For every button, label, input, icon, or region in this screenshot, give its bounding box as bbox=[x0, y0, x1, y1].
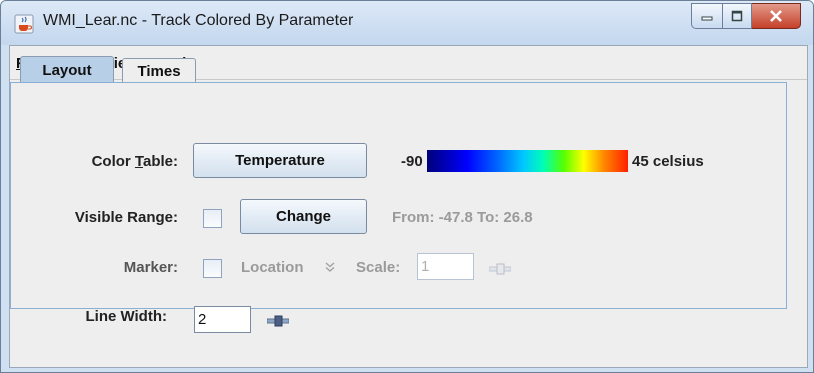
marker-location-dropdown[interactable]: Location bbox=[241, 259, 304, 276]
chevron-double-down-icon bbox=[325, 262, 335, 272]
marker-scale-slider[interactable] bbox=[489, 263, 511, 275]
visible-range-label: Visible Range: bbox=[74, 209, 178, 226]
visible-range-text: From: -47.8 To: 26.8 bbox=[392, 209, 533, 226]
line-width-field[interactable]: 2 bbox=[194, 306, 251, 333]
maximize-icon bbox=[731, 10, 743, 22]
color-table-button[interactable]: Temperature bbox=[193, 143, 367, 178]
window-controls bbox=[691, 3, 801, 29]
marker-label: Marker: bbox=[123, 259, 178, 276]
line-width-slider[interactable] bbox=[267, 315, 289, 327]
close-button[interactable] bbox=[752, 3, 801, 29]
marker-scale-label: Scale: bbox=[356, 259, 401, 276]
close-icon bbox=[770, 10, 782, 22]
maximize-button[interactable] bbox=[723, 3, 752, 29]
color-range-min: -90 bbox=[401, 153, 423, 170]
tab-times[interactable]: Times bbox=[122, 58, 196, 83]
color-table-bar bbox=[427, 150, 628, 172]
color-table-label: Color Table: bbox=[91, 153, 178, 170]
window-title: WMI_Lear.nc - Track Colored By Parameter bbox=[43, 12, 354, 29]
visible-range-checkbox[interactable] bbox=[203, 209, 222, 228]
minimize-icon bbox=[701, 16, 713, 21]
marker-checkbox[interactable] bbox=[203, 259, 222, 278]
marker-scale-field[interactable]: 1 bbox=[417, 253, 474, 280]
color-range-max: 45 celsius bbox=[632, 153, 704, 170]
line-width-label: Line Width: bbox=[85, 308, 167, 325]
tab-layout[interactable]: Layout bbox=[20, 56, 114, 84]
title-bar[interactable]: WMI_Lear.nc - Track Colored By Parameter bbox=[1, 1, 813, 45]
minimize-button[interactable] bbox=[691, 3, 723, 29]
java-cup-icon bbox=[14, 14, 34, 34]
change-range-button[interactable]: Change bbox=[240, 199, 367, 234]
